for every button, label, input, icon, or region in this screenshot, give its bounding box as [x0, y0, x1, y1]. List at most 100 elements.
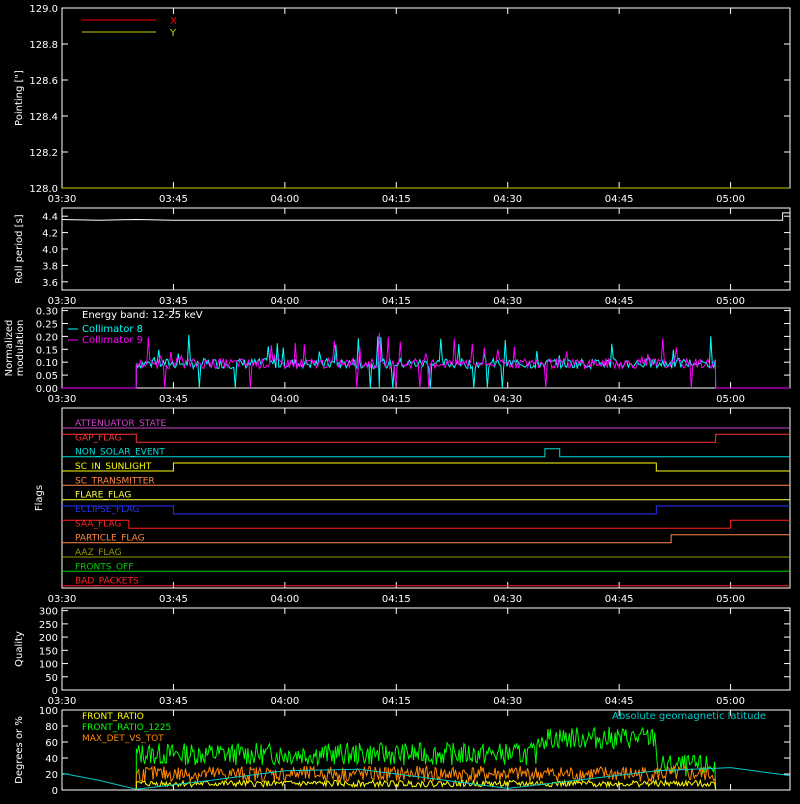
flag-label-particle-flag: PARTICLE_FLAG: [75, 534, 145, 544]
pointing-ytick-label: 129.0: [29, 4, 58, 15]
legend-label-collimator-9: Collimator 9: [82, 335, 143, 346]
quality-ytick-label: 300: [39, 607, 58, 618]
quality-xtick-label: 04:15: [382, 696, 411, 707]
flag-line-eclipse-flag: [62, 505, 790, 515]
chart-figure: 128.0 128.2 128.4 128.6 128.8 129.0 Pointing […: [0, 0, 800, 800]
flags-xtick-label: 04:00: [270, 594, 299, 605]
flag-label-eclipse-flag: ECLIPSE_FLAG: [75, 505, 139, 515]
flag-label-sc-transmitter: SC_TRANSMITTER: [75, 476, 155, 486]
ratios-ytick-label: 80: [45, 722, 58, 733]
modulation-ytick-label: 0.30: [36, 307, 58, 318]
chart-svg: 128.0128.2128.4128.6128.8129.0Pointing […: [4, 4, 791, 797]
quality-ytick-label: 200: [39, 633, 58, 644]
legend-label-collimator-8: Collimator 8: [82, 324, 143, 335]
ratios-ytick-label: 20: [45, 770, 58, 781]
quality-xtick-label: 03:45: [159, 696, 188, 707]
roll-xtick-label: 04:45: [605, 296, 634, 307]
flag-line-non-solar-event: [62, 448, 790, 458]
legend-label-y: Y: [169, 28, 177, 39]
quality-xtick-label: 04:00: [270, 696, 299, 707]
flag-label-gap-flag: GAP_FLAG: [75, 433, 121, 443]
roll-ytick-label: 4.2: [42, 229, 58, 240]
quality-xtick-label: 04:30: [493, 696, 522, 707]
flag-line-particle-flag: [62, 534, 790, 544]
flag-label-non-solar-event: NON_SOLAR_EVENT: [75, 448, 165, 458]
legend-label-geomagnetic-latitude: Absolute geomagnetic latitude: [612, 711, 766, 722]
pointing-ylabel: Pointing ["]: [14, 70, 25, 126]
flags-xtick-label: 03:45: [159, 594, 188, 605]
flag-line-gap-flag: [62, 433, 790, 443]
quality-ytick-label: 50: [45, 673, 58, 684]
flags-xtick-label: 04:30: [493, 594, 522, 605]
pointing-xtick-label: 04:45: [605, 194, 634, 205]
modulation-xtick-label: 03:45: [159, 394, 188, 405]
flag-line-saa-flag: [62, 519, 790, 529]
modulation-ytick-label: 0.15: [36, 345, 58, 356]
flag-line-sc-in-sunlight: [62, 462, 790, 472]
pointing-xtick-label: 03:30: [48, 194, 77, 205]
roll-ytick-label: 4.4: [42, 212, 58, 223]
modulation-xtick-label: 04:00: [270, 394, 299, 405]
roll-xtick-label: 04:15: [382, 296, 411, 307]
pointing-ytick-label: 128.2: [29, 148, 58, 159]
pointing-ytick-label: 128.4: [29, 112, 58, 123]
legend-label-max-det-vs-tot: MAX_DET_VS_TOT: [82, 734, 164, 744]
ratio-series-front-ratio-1225: [135, 726, 717, 791]
pointing-xtick-label: 04:15: [382, 194, 411, 205]
quality-frame: [61, 607, 791, 691]
roll-xtick-label: 04:00: [270, 296, 299, 307]
pointing-xtick-label: 04:30: [493, 194, 522, 205]
roll-xtick-label: 04:30: [493, 296, 522, 307]
modulation-ytick-label: 0.25: [36, 319, 58, 330]
legend-label-front-ratio-1225: FRONT_RATIO_1225: [82, 723, 171, 733]
ratios-ytick-label: 60: [45, 738, 58, 749]
roll-ylabel: Roll period [s]: [14, 214, 25, 283]
flag-label-sc-in-sunlight: SC_IN_SUNLIGHT: [75, 462, 152, 472]
flags-ylabel: Flags: [34, 485, 45, 511]
roll-xtick-label: 03:30: [48, 296, 77, 307]
quality-xtick-label: 04:45: [605, 696, 634, 707]
ratios-ytick-label: 40: [45, 754, 58, 765]
modulation-ytick-label: 0.10: [36, 358, 58, 369]
pointing-ytick-label: 128.8: [29, 40, 58, 51]
modulation-series-collimator-9: [62, 332, 790, 389]
flags-xtick-label: 03:30: [48, 594, 77, 605]
flag-label-fronts-off: FRONTS_OFF: [75, 562, 133, 572]
flag-label-attenuator-state: ATTENUATOR_STATE: [75, 419, 167, 429]
flag-label-flare-flag: FLARE_FLAG: [75, 491, 131, 501]
modulation-ylabel: Normalizedmodulation: [4, 320, 26, 377]
flag-label-aaz-flag: AAZ_FLAG: [75, 548, 122, 558]
ratios-ytick-label: 100: [39, 706, 58, 717]
flags-frame: [61, 407, 791, 589]
roll-ytick-label: 4.0: [42, 245, 58, 256]
quality-ytick-label: 250: [39, 620, 58, 631]
modulation-xtick-label: 04:45: [605, 394, 634, 405]
ratios-ytick-label: 0: [52, 786, 58, 797]
modulation-xtick-label: 03:30: [48, 394, 77, 405]
modulation-xtick-label: 05:00: [716, 394, 745, 405]
pointing-xtick-label: 05:00: [716, 194, 745, 205]
flag-label-saa-flag: SAA_FLAG: [75, 519, 121, 529]
quality-ytick-label: 150: [39, 646, 58, 657]
flag-label-bad-packets: BAD_PACKETS: [75, 577, 139, 587]
roll-ytick-label: 3.6: [42, 278, 58, 289]
modulation-xtick-label: 04:30: [493, 394, 522, 405]
modulation-xtick-label: 04:15: [382, 394, 411, 405]
ratio-series-front-ratio: [135, 778, 717, 791]
quality-ylabel: Quality: [14, 631, 25, 667]
quality-ytick-label: 100: [39, 660, 58, 671]
roll-xtick-label: 05:00: [716, 296, 745, 307]
flags-xtick-label: 05:00: [716, 594, 745, 605]
pointing-ytick-label: 128.6: [29, 76, 58, 87]
roll-xtick-label: 03:45: [159, 296, 188, 307]
modulation-ytick-label: 0.20: [36, 332, 58, 343]
quality-xtick-label: 05:00: [716, 696, 745, 707]
roll-ytick-label: 3.8: [42, 261, 58, 272]
flags-xtick-label: 04:45: [605, 594, 634, 605]
modulation-energy-band: Energy band: 12-25 keV: [82, 310, 203, 321]
ratios-ylabel: Degrees or %: [14, 716, 25, 784]
pointing-xtick-label: 03:45: [159, 194, 188, 205]
pointing-xtick-label: 04:00: [270, 194, 299, 205]
legend-label-front-ratio: FRONT_RATIO: [82, 712, 144, 722]
modulation-ytick-label: 0.05: [36, 371, 58, 382]
